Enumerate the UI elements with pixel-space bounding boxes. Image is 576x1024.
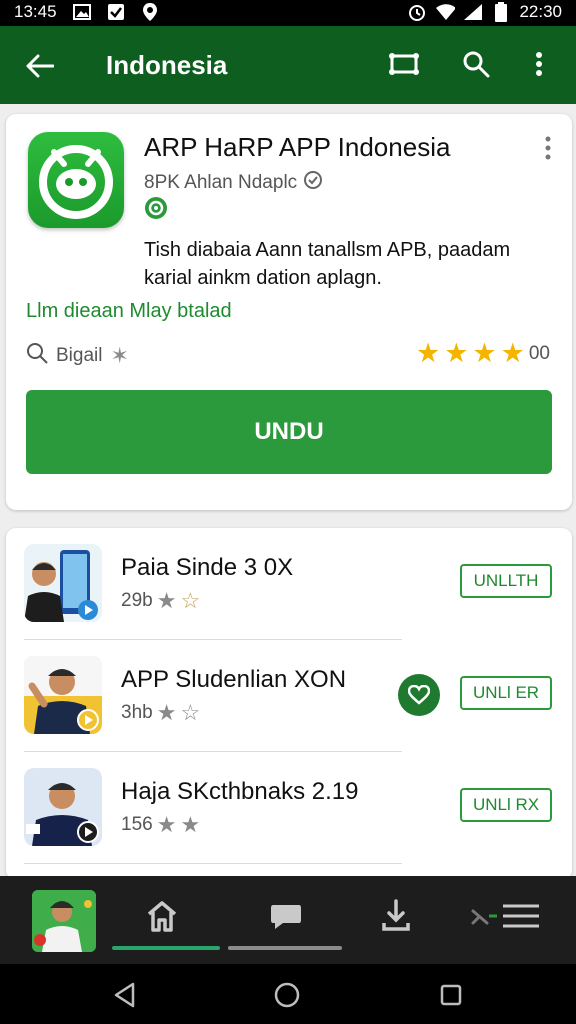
home-icon[interactable] <box>142 896 182 936</box>
rating: ★ ★ ★ ★ 00 <box>416 340 550 367</box>
more-vert-icon[interactable] <box>544 136 552 165</box>
more-vert-icon[interactable] <box>521 46 557 82</box>
app-thumbnail <box>24 656 102 734</box>
image-icon <box>72 2 92 22</box>
menu-icon[interactable] <box>466 896 546 936</box>
meta-label: Bigail <box>56 345 103 366</box>
list-item-size: 29b <box>121 590 153 611</box>
active-tab-indicator <box>112 946 220 950</box>
list-item-title: Paia Sinde 3 0X <box>121 554 294 581</box>
star-icon: ★ <box>444 338 469 368</box>
related-apps-list: Paia Sinde 3 0X 29b ★ ☆ UNLLTH APP Slude… <box>6 528 572 880</box>
bottom-navigation <box>0 876 576 964</box>
home-circle-icon[interactable] <box>272 980 302 1010</box>
status-time-left: 13:45 <box>14 2 57 21</box>
app-description: Tish diabaia Aann tanallsm APB, paadam k… <box>144 239 511 289</box>
signal-icon <box>463 2 483 22</box>
list-item-meta: 29b ★ ☆ <box>121 590 200 612</box>
app-thumbnail <box>24 768 102 846</box>
list-item-title: Haja SKcthbnaks 2.19 <box>121 778 359 805</box>
divider <box>24 863 402 864</box>
chat-icon[interactable] <box>266 896 306 936</box>
alarm-icon <box>407 2 427 22</box>
featured-app-card: ARP HaRP APP Indonesia 8PK Ahlan Ndaplс … <box>6 114 572 510</box>
list-item-title: APP Sludenlian XON <box>121 666 347 693</box>
verified-icon <box>303 170 323 196</box>
search-icon <box>26 342 48 370</box>
favorite-icon[interactable] <box>398 674 440 716</box>
developer-name: 8PK Ahlan Ndaplс <box>144 172 298 193</box>
system-navigation <box>0 964 576 1024</box>
editor-badge-icon <box>144 196 168 225</box>
profile-thumbnail[interactable] <box>32 890 96 952</box>
page-title: Indonesia <box>106 50 228 80</box>
install-button[interactable]: UNDU <box>26 390 552 474</box>
status-bar: 13:45 22:30 <box>0 0 576 26</box>
star-icon: ★ <box>500 338 525 368</box>
app-bar: Indonesia <box>0 26 576 104</box>
app-icon[interactable] <box>28 132 124 228</box>
install-button[interactable]: UNLl ER <box>460 676 552 710</box>
list-item-size: 156 <box>121 814 153 835</box>
list-item-meta: 156 ★ ★ <box>121 814 200 836</box>
app-name: ARP HaRP APP Indonesia <box>144 132 451 162</box>
star-icon: ★ <box>156 812 177 837</box>
recents-icon[interactable] <box>436 980 466 1010</box>
list-item-size: 3hb <box>121 702 153 723</box>
cast-icon[interactable] <box>386 46 422 82</box>
list-item[interactable]: Paia Sinde 3 0X 29b ★ ☆ UNLLTH <box>6 528 572 640</box>
star-icon: ★ <box>415 338 441 368</box>
star-outline-icon: ✶ <box>110 343 129 368</box>
battery-icon <box>491 2 511 22</box>
status-time-right: 22:30 <box>519 2 562 21</box>
install-button[interactable]: UNLl RX <box>460 788 552 822</box>
star-half-icon: ☆ <box>180 588 201 613</box>
back-icon[interactable] <box>110 980 140 1010</box>
list-item-meta: 3hb ★ ☆ <box>121 702 200 724</box>
app-thumbnail <box>24 544 102 622</box>
tab-indicator <box>228 946 342 950</box>
star-outline-icon: ☆ <box>180 700 201 725</box>
check-box-icon <box>106 2 126 22</box>
wifi-icon <box>435 2 456 22</box>
star-icon: ★ <box>156 700 177 725</box>
app-link[interactable]: Llm dieaan Mlay btalad <box>26 300 232 323</box>
list-item[interactable]: Haja SKcthbnaks 2.19 156 ★ ★ UNLl RX <box>6 752 572 864</box>
install-button[interactable]: UNLLTH <box>460 564 552 598</box>
app-meta-left: Bigail ✶ <box>26 342 129 370</box>
star-icon: ★ <box>156 588 177 613</box>
back-arrow-icon[interactable] <box>22 48 58 84</box>
download-icon[interactable] <box>376 896 416 936</box>
star-icon: ★ <box>180 812 201 837</box>
developer-line: 8PK Ahlan Ndaplс <box>144 170 323 196</box>
search-icon[interactable] <box>458 46 494 82</box>
location-icon <box>140 2 160 22</box>
star-icon: ★ <box>472 338 497 368</box>
rating-count: 00 <box>528 342 550 364</box>
list-item[interactable]: APP Sludenlian XON 3hb ★ ☆ UNLl ER <box>6 640 572 752</box>
